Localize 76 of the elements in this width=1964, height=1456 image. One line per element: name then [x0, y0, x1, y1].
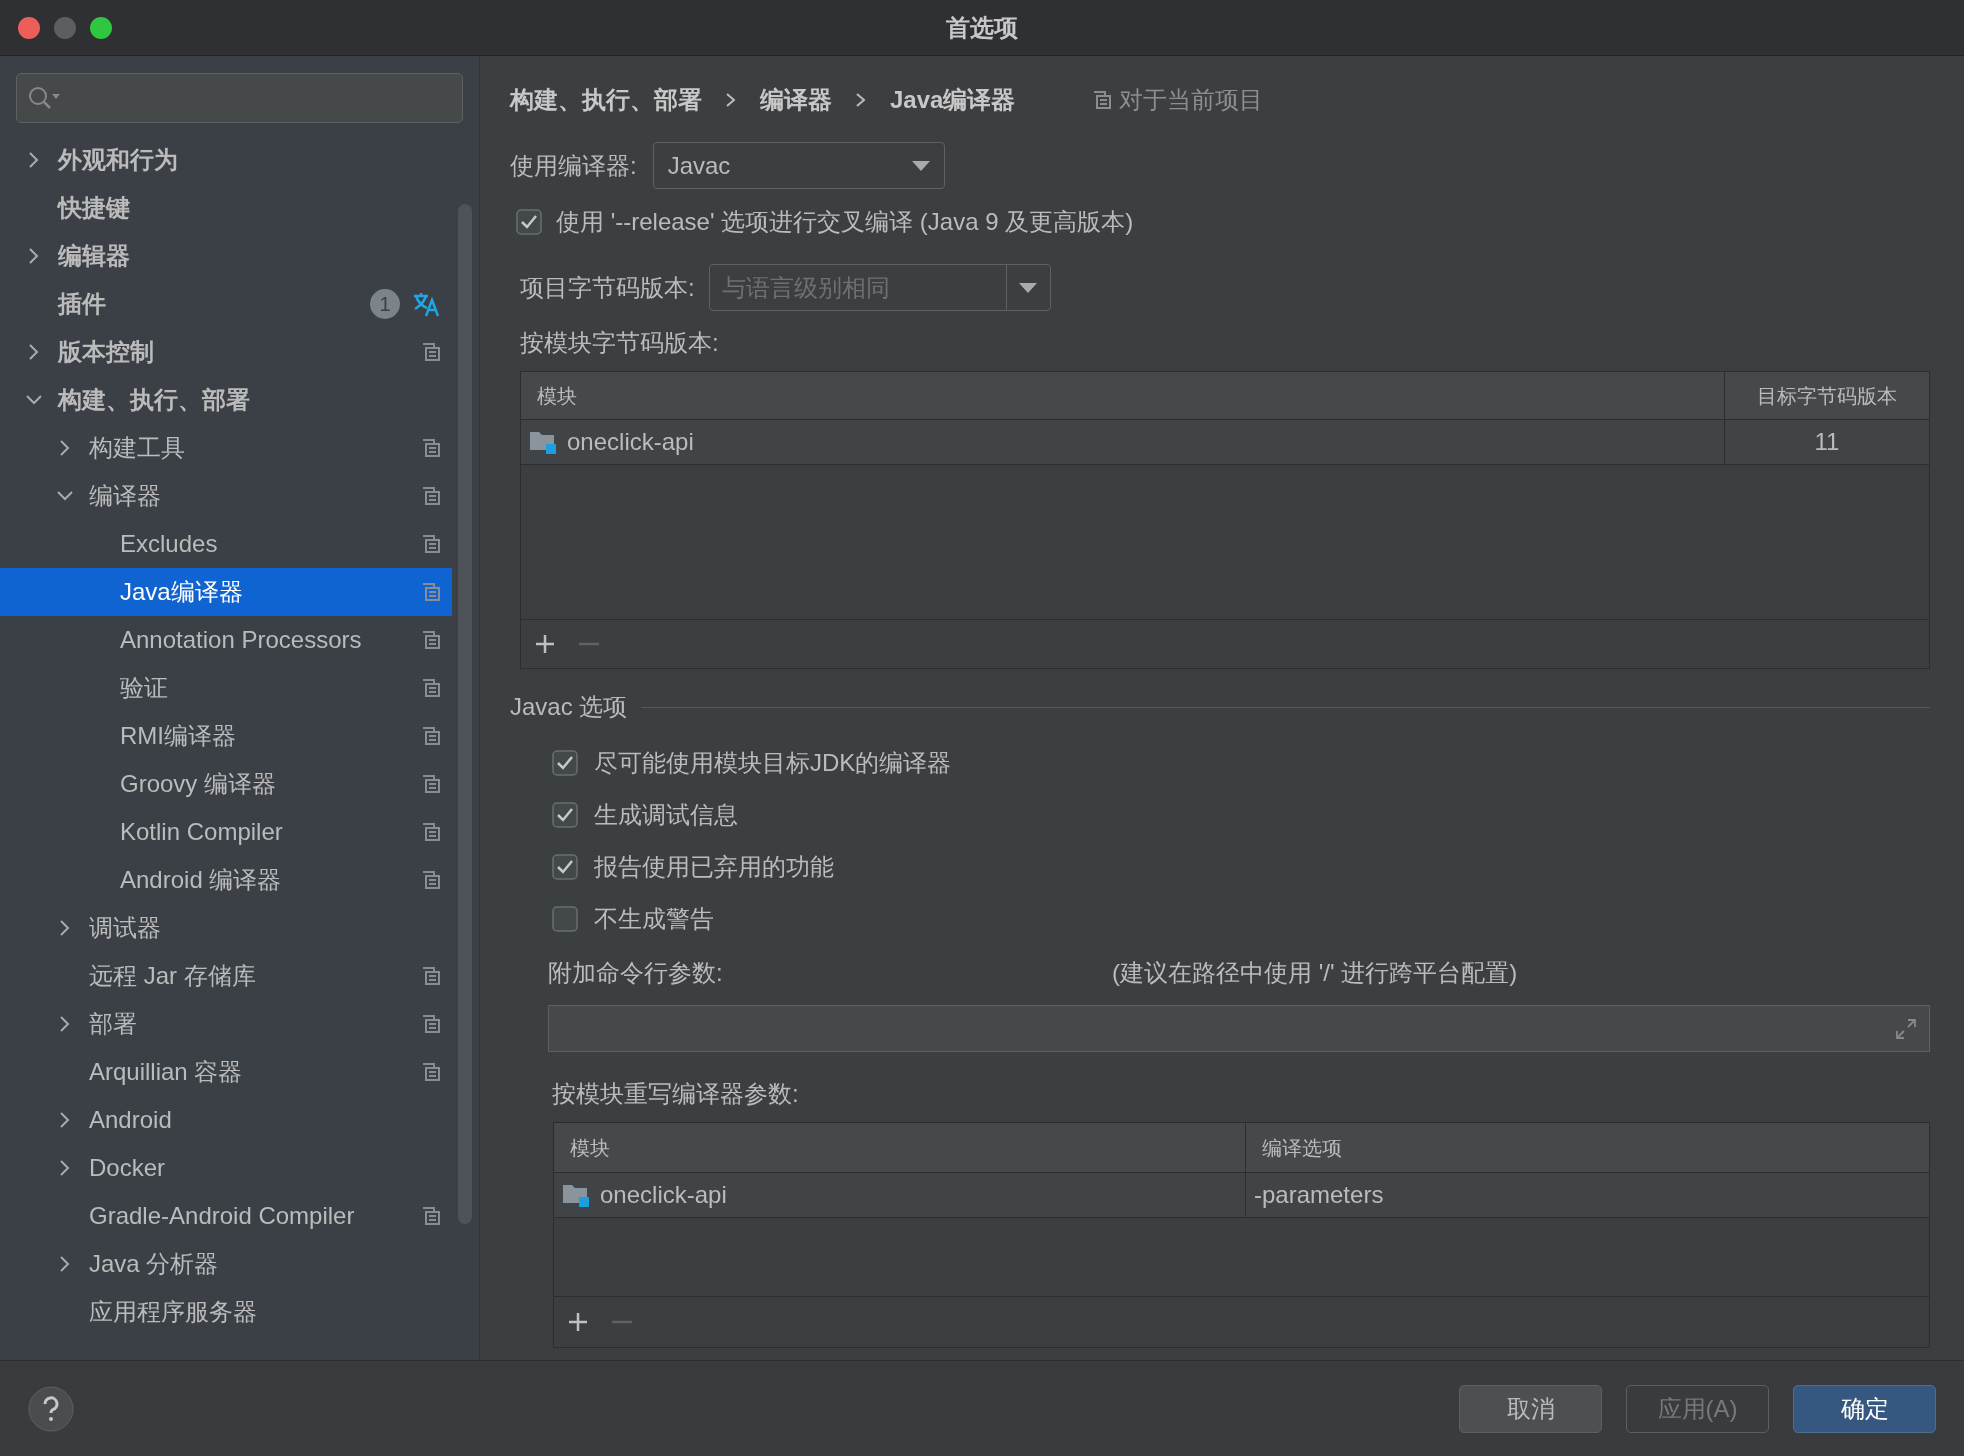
column-header[interactable]: 编译选项: [1246, 1123, 1929, 1172]
add-icon[interactable]: [535, 634, 555, 654]
checkbox[interactable]: [516, 209, 542, 235]
bytecode-label: 项目字节码版本:: [520, 272, 695, 303]
args-input-field[interactable]: [548, 1005, 1930, 1052]
dropdown-arrow-icon: [911, 160, 930, 171]
project-scope-icon: [1093, 91, 1112, 109]
search-icon: [27, 85, 63, 111]
add-icon[interactable]: [568, 1312, 588, 1332]
section-title: Javac 选项: [510, 692, 628, 722]
sidebar-item[interactable]: 验证: [0, 664, 452, 712]
translate-icon: [412, 291, 440, 317]
column-header[interactable]: 模块: [521, 372, 1725, 419]
sidebar-item[interactable]: 版本控制: [0, 328, 452, 376]
checkbox-label: 生成调试信息: [594, 800, 738, 830]
breadcrumb-item[interactable]: Java编译器: [890, 82, 1016, 118]
dropdown-arrow-icon: [1019, 282, 1038, 293]
sidebar-item[interactable]: Java 分析器: [0, 1240, 452, 1288]
window-title: 首选项: [946, 12, 1018, 43]
dialog-button[interactable]: 取消: [1459, 1384, 1602, 1433]
sidebar-item[interactable]: Docker: [0, 1144, 452, 1192]
sidebar-item[interactable]: 编译器: [0, 472, 452, 520]
sidebar-item[interactable]: 部署: [0, 1000, 452, 1048]
column-header[interactable]: 目标字节码版本: [1725, 372, 1929, 419]
sidebar-item[interactable]: Arquillian 容器: [0, 1048, 452, 1096]
table-cell-text: -parameters: [1253, 1180, 1385, 1210]
args-label: 附加命令行参数:: [548, 958, 724, 988]
sidebar-item[interactable]: 构建工具: [0, 424, 452, 472]
scope-note: 对于当前项目: [1119, 85, 1264, 115]
sidebar-item[interactable]: Excludes: [0, 520, 452, 568]
checkbox[interactable]: [552, 750, 578, 776]
sidebar-item[interactable]: Gradle-Android Compiler: [0, 1192, 452, 1240]
compiler-label: 使用编译器:: [510, 150, 637, 181]
help-button[interactable]: [28, 1385, 74, 1432]
module-folder-icon: [529, 429, 557, 455]
section-label: 按模块重写编译器参数:: [552, 1079, 800, 1109]
zoom-window-button[interactable]: [90, 16, 112, 39]
column-header[interactable]: 模块: [554, 1123, 1246, 1172]
breadcrumb-item[interactable]: 编译器: [760, 82, 832, 118]
table-cell-text: 11: [1813, 427, 1841, 457]
table-cell: oneclick-api: [554, 1173, 1246, 1217]
sidebar-item[interactable]: 快捷键: [0, 184, 452, 232]
expand-icon[interactable]: [1895, 1017, 1917, 1040]
checkbox[interactable]: [552, 854, 578, 880]
search-field[interactable]: [16, 73, 463, 123]
checkbox-label: 报告使用已弃用的功能: [594, 852, 834, 882]
sidebar-item[interactable]: Java编译器: [0, 568, 452, 616]
dialog-button[interactable]: 确定: [1793, 1384, 1936, 1433]
module-folder-icon: [562, 1182, 590, 1208]
breadcrumb-item[interactable]: 构建、执行、部署: [510, 82, 702, 118]
count-badge: 1: [370, 289, 400, 319]
sidebar-item[interactable]: Kotlin Compiler: [0, 808, 452, 856]
sidebar-item[interactable]: Groovy 编译器: [0, 760, 452, 808]
sidebar-item[interactable]: 调试器: [0, 904, 452, 952]
checkbox[interactable]: [552, 906, 578, 932]
close-window-button[interactable]: [18, 16, 40, 39]
checkbox-label: 尽可能使用模块目标JDK的编译器: [594, 748, 952, 778]
sidebar-item[interactable]: Android 编译器: [0, 856, 452, 904]
sidebar-item[interactable]: 插件 1: [0, 280, 452, 328]
checkbox-label: 不生成警告: [594, 904, 714, 934]
sidebar-item[interactable]: RMI编译器: [0, 712, 452, 760]
hint-text: (建议在路径中使用 '/' 进行跨平台配置): [1112, 958, 1518, 988]
checkbox[interactable]: [552, 802, 578, 828]
table-cell: oneclick-api: [521, 420, 1725, 464]
sidebar-item[interactable]: 外观和行为: [0, 136, 452, 184]
sidebar-item[interactable]: 构建、执行、部署: [0, 376, 452, 424]
sidebar-item[interactable]: Annotation Processors: [0, 616, 452, 664]
sidebar-item[interactable]: 编辑器: [0, 232, 452, 280]
chevron-right-icon: [724, 92, 738, 108]
sidebar-item[interactable]: 应用程序服务器: [0, 1288, 452, 1336]
compiler-dropdown[interactable]: Javac: [652, 142, 945, 189]
checkbox-label: 使用 '--release' 选项进行交叉编译 (Java 9 及更高版本): [556, 207, 1134, 237]
chevron-right-icon: [854, 92, 868, 108]
section-label: 按模块字节码版本:: [520, 328, 720, 358]
sidebar-item[interactable]: 远程 Jar 存储库: [0, 952, 452, 1000]
sidebar-item[interactable]: Android: [0, 1096, 452, 1144]
